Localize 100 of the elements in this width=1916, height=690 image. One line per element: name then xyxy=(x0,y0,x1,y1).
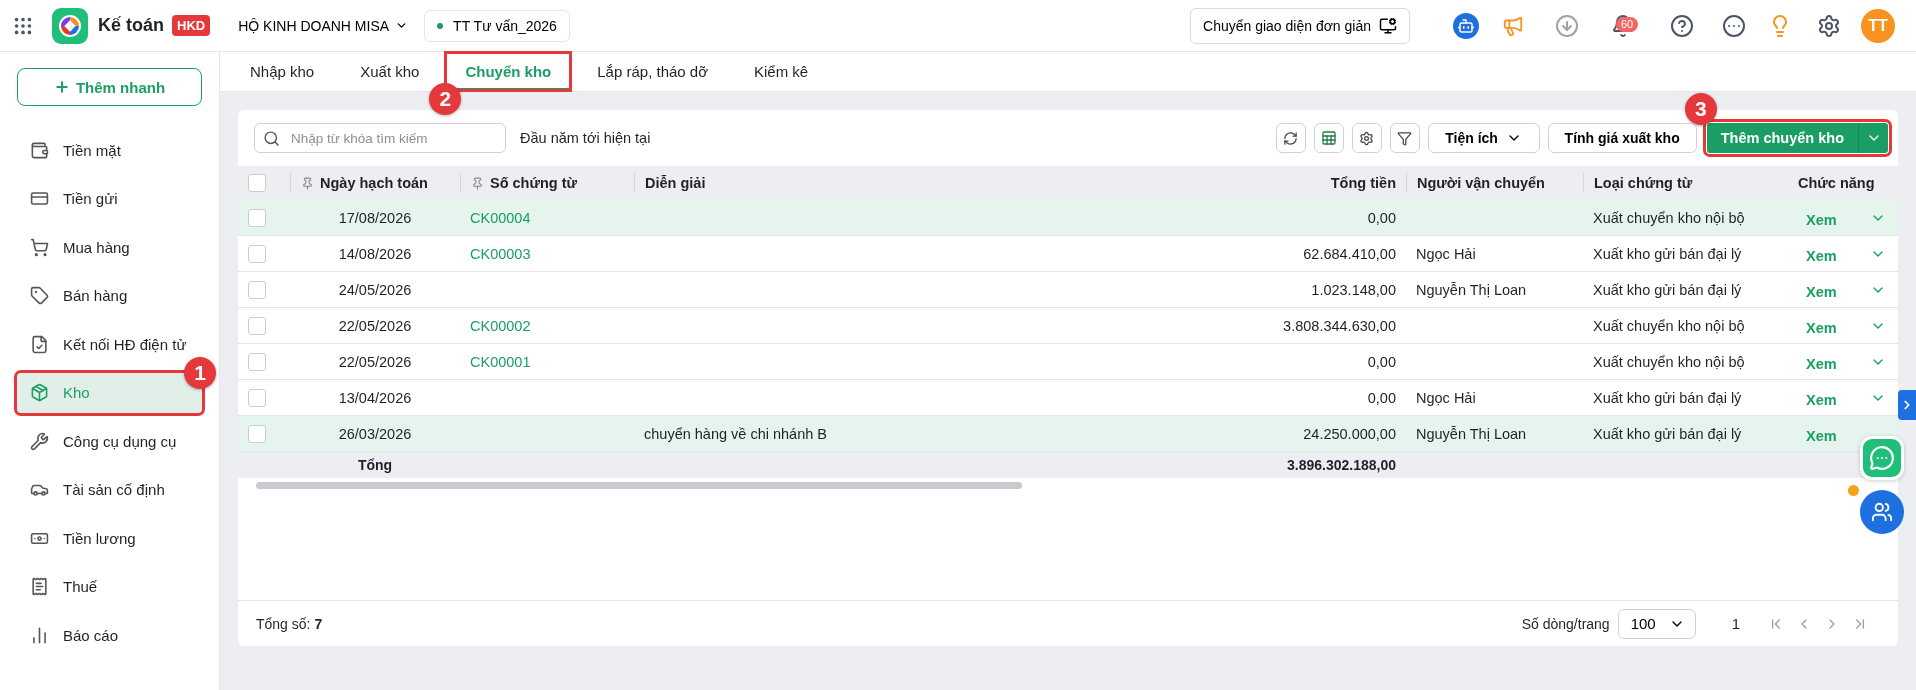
voucher-type-cell-text: Xuất kho gửi bán đại lý xyxy=(1592,245,1743,262)
column-header[interactable]: Tổng tiền xyxy=(1330,175,1396,191)
rows-per-page-label: Số dòng/trang xyxy=(1521,615,1610,632)
card-icon xyxy=(30,189,49,208)
row-checkbox[interactable] xyxy=(248,352,266,371)
help-icon[interactable] xyxy=(1670,13,1694,38)
company-selector[interactable]: HỘ KINH DOANH MISA xyxy=(234,13,413,38)
column-header[interactable]: Số chứng từ xyxy=(490,175,578,191)
pin-icon[interactable] xyxy=(301,176,314,190)
monitor-gear-icon xyxy=(1379,16,1397,35)
voucher-type-cell-text: Xuất chuyển kho nội bộ xyxy=(1592,209,1746,226)
search-icon xyxy=(263,130,280,147)
date-cell-text: 22/05/2026 xyxy=(337,353,413,370)
column-header[interactable]: Người vận chuyển xyxy=(1417,175,1545,191)
sidebar-item[interactable]: Tiền lương xyxy=(17,518,202,558)
amount-cell-text: 3.808.344.630,00 xyxy=(1282,317,1397,334)
sidebar-label: Tiền gửi xyxy=(63,190,118,207)
chat-button[interactable] xyxy=(1860,436,1904,480)
sidebar-item[interactable]: Thuế xyxy=(17,566,202,607)
sidebar-label: Kết nối HĐ điện tử xyxy=(63,335,187,353)
settings-icon[interactable] xyxy=(1817,13,1841,38)
sidebar-label: Tiền lương xyxy=(63,529,136,547)
select-all-checkbox[interactable] xyxy=(248,174,266,192)
cost-price-button[interactable]: Tính giá xuất kho xyxy=(1547,123,1697,153)
step-badge: 1 xyxy=(184,356,216,389)
utilities-button[interactable]: Tiện ích xyxy=(1427,123,1540,153)
table-row[interactable]: 26/03/2026 chuyển hàng về chi nhánh B 24.250.000,00 Nguyễn Thị Loan Xuất kho gửi bán đại lý Xem xyxy=(238,416,1898,452)
add-options-button[interactable] xyxy=(1858,123,1888,153)
database-selector[interactable]: TT Tư vấn_2026 xyxy=(424,9,570,42)
download-icon[interactable] xyxy=(1555,13,1579,38)
sidebar-item[interactable]: Báo cáo xyxy=(17,615,202,655)
amount-cell-text: 0,00 xyxy=(1366,209,1397,226)
spreadsheet-icon[interactable] xyxy=(1313,123,1344,153)
sidebar-item[interactable]: Tiền mặt xyxy=(17,130,202,170)
voucher-type-cell-text: Xuất kho gửi bán đại lý xyxy=(1592,425,1743,442)
amount-cell-text: 0,00 xyxy=(1366,353,1397,370)
receipt-icon xyxy=(30,577,49,596)
sidebar-label: Kho xyxy=(63,384,90,401)
switch-interface-button[interactable]: Chuyển giao diện đơn giản xyxy=(1190,7,1410,44)
amount-cell-text: 1.023.148,00 xyxy=(1310,281,1397,298)
carrier-cell-text: Ngọc Hải xyxy=(1415,245,1477,262)
row-checkbox[interactable] xyxy=(248,244,266,263)
megaphone-icon[interactable] xyxy=(1502,14,1524,37)
date-cell-text: 13/04/2026 xyxy=(337,389,413,406)
step-badge: 2 xyxy=(429,83,462,115)
document-check-icon xyxy=(30,334,49,354)
row-checkbox[interactable] xyxy=(248,388,266,407)
voucher-link[interactable]: CK00002 xyxy=(460,317,541,334)
filter-icon[interactable] xyxy=(1389,123,1420,153)
date-cell-text: 17/08/2026 xyxy=(337,209,413,226)
edition-badge: HKD xyxy=(172,15,211,36)
scrollbar-thumb[interactable] xyxy=(256,482,1022,489)
row-checkbox[interactable] xyxy=(248,208,266,227)
row-checkbox[interactable] xyxy=(248,424,266,443)
carrier-cell-text: Ngọc Hải xyxy=(1415,389,1477,406)
voucher-type-cell-text: Xuất chuyển kho nội bộ xyxy=(1592,317,1746,334)
column-header[interactable]: Chức năng xyxy=(1798,175,1875,191)
date-cell-text: 24/05/2026 xyxy=(337,281,413,298)
column-header[interactable]: Ngày hạch toán xyxy=(320,175,428,191)
sidebar-item[interactable]: Tiền gửi xyxy=(17,178,202,219)
more-icon[interactable] xyxy=(1722,13,1746,38)
sidebar-label: Tiền mặt xyxy=(63,141,121,159)
refresh-icon[interactable] xyxy=(1275,123,1306,153)
tab[interactable]: Nhập kho xyxy=(230,52,335,91)
amount-cell-text: 24.250.000,00 xyxy=(1302,425,1397,442)
step-badge: 3 xyxy=(1684,93,1717,125)
plus-icon xyxy=(53,79,70,95)
sidebar-label: Công cụ dụng cụ xyxy=(63,432,177,450)
column-header[interactable]: Loại chứng từ xyxy=(1594,175,1693,191)
total-label: Tổng xyxy=(356,457,394,473)
row-checkbox[interactable] xyxy=(248,280,266,299)
record-count: Tổng số: 7 xyxy=(256,615,323,632)
rows-per-page-select[interactable]: 100 xyxy=(1617,608,1696,639)
amount-cell-text: 62.684.410,00 xyxy=(1302,245,1397,262)
column-header[interactable]: Diễn giải xyxy=(645,175,706,191)
sidebar-label: Tài sản cố định xyxy=(63,481,165,498)
robot-icon[interactable] xyxy=(1453,12,1479,39)
expand-panel-button[interactable] xyxy=(1898,390,1916,420)
settings-icon[interactable] xyxy=(1351,123,1382,153)
date-cell-text: 26/03/2026 xyxy=(337,425,413,442)
chat-bubble-icon xyxy=(1869,445,1895,471)
voucher-type-cell-text: Xuất kho gửi bán đại lý xyxy=(1592,389,1743,406)
notification-badge: 60 xyxy=(1616,16,1639,32)
sidebar-item[interactable]: Bán hàng xyxy=(17,275,202,316)
search-field[interactable]: Nhập từ khóa tìm kiếm xyxy=(254,123,506,153)
sidebar-item[interactable]: Mua hàng xyxy=(17,227,202,267)
amount-cell-text: 0,00 xyxy=(1366,389,1397,406)
page-number: 1 xyxy=(1731,615,1740,632)
voucher-link[interactable]: CK00003 xyxy=(460,245,541,262)
voucher-link[interactable]: CK00001 xyxy=(460,353,541,370)
pin-icon[interactable] xyxy=(471,176,484,190)
carrier-cell-text: Nguyễn Thị Loan xyxy=(1415,281,1528,298)
sidebar-item[interactable]: Công cụ dụng cụ xyxy=(17,421,202,461)
period-label[interactable]: Đầu năm tới hiện tại xyxy=(520,130,651,146)
table-row[interactable]: 17/08/2026 CK00004 0,00 Xuất chuyển kho nội bộ Xem xyxy=(238,200,1898,236)
row-checkbox[interactable] xyxy=(248,316,266,335)
tab[interactable]: Lắp ráp, tháo dỡ xyxy=(577,52,729,91)
sidebar-label: Thuế xyxy=(63,578,98,595)
sidebar-item[interactable]: Tài sản cố định xyxy=(17,469,202,510)
tab[interactable]: Kiểm kê xyxy=(734,52,829,91)
